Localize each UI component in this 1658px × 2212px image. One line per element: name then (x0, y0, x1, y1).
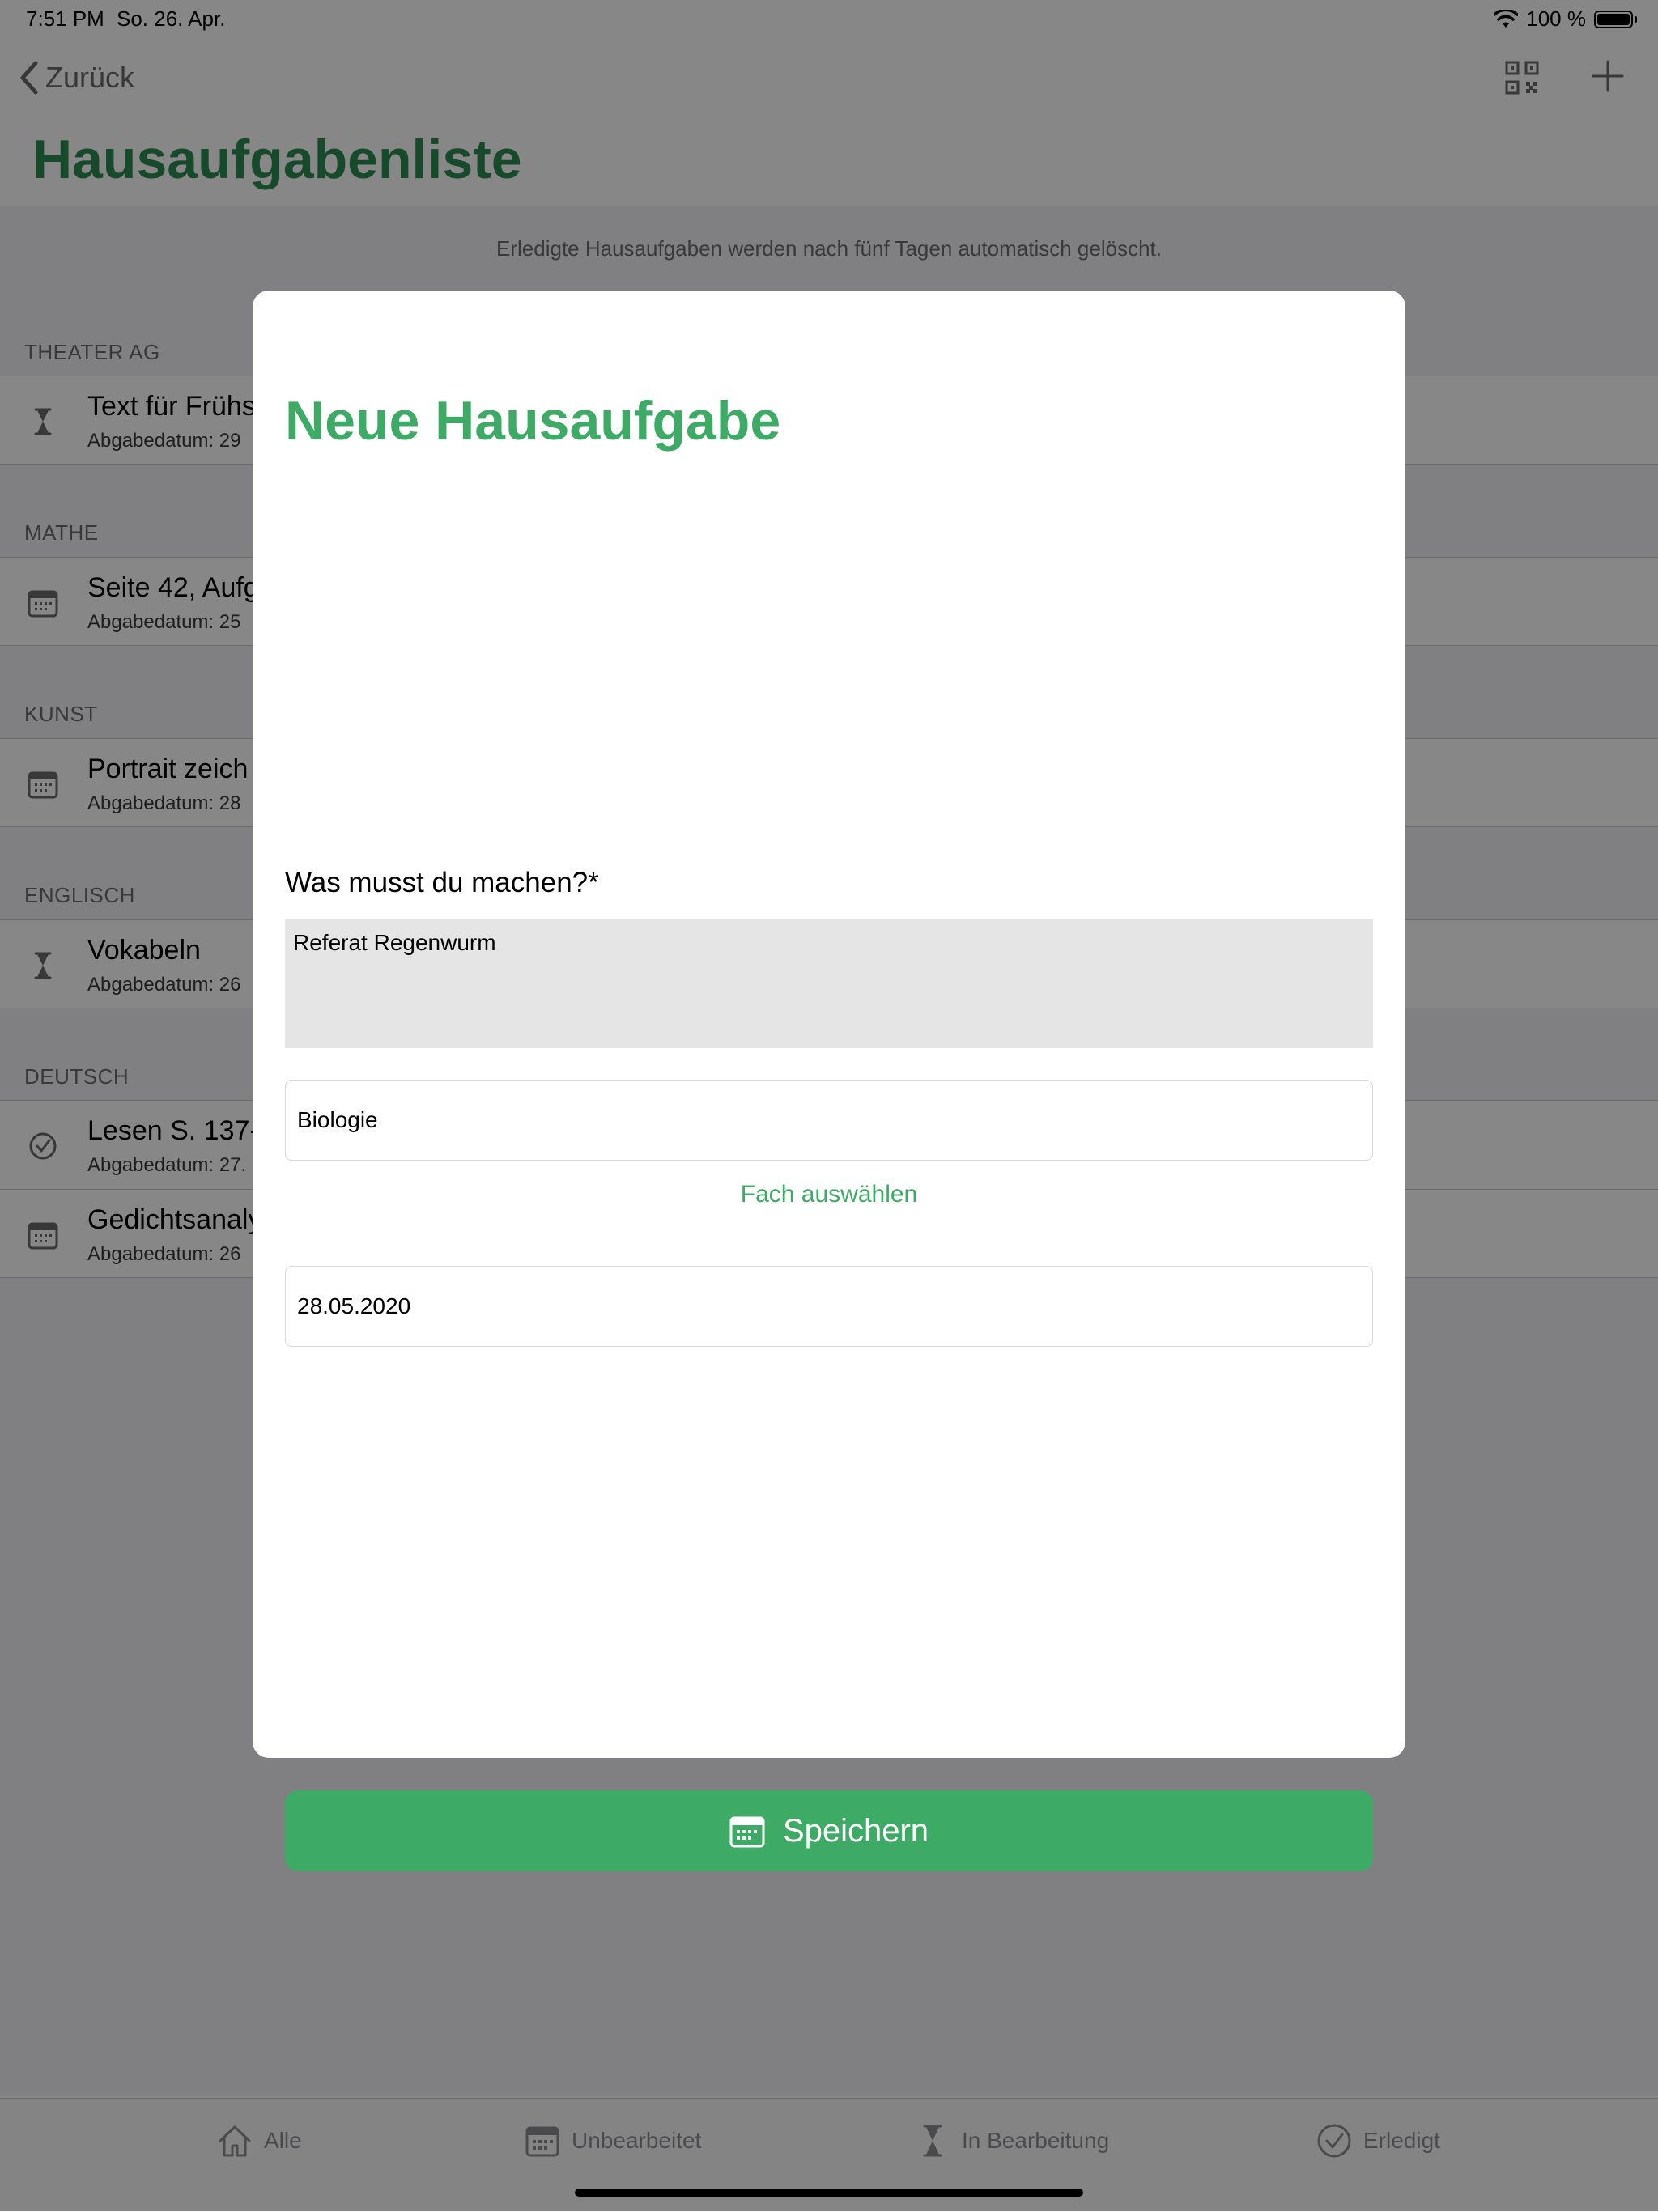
save-label: Speichern (782, 1812, 929, 1849)
save-button[interactable]: Speichern (285, 1790, 1373, 1871)
due-date-field[interactable]: 28.05.2020 (285, 1266, 1373, 1347)
subject-field[interactable]: Biologie (285, 1080, 1373, 1161)
task-question-label: Was musst du machen?* (285, 867, 599, 898)
task-text-input[interactable]: Referat Regenwurm (285, 919, 1373, 1048)
modal-title: Neue Hausaufgabe (285, 390, 781, 452)
new-homework-modal: Neue Hausaufgabe Was musst du machen?* R… (253, 291, 1405, 1871)
calendar-icon (729, 1816, 765, 1848)
home-indicator[interactable] (575, 2189, 1083, 2197)
select-subject-link[interactable]: Fach auswählen (253, 1181, 1405, 1208)
